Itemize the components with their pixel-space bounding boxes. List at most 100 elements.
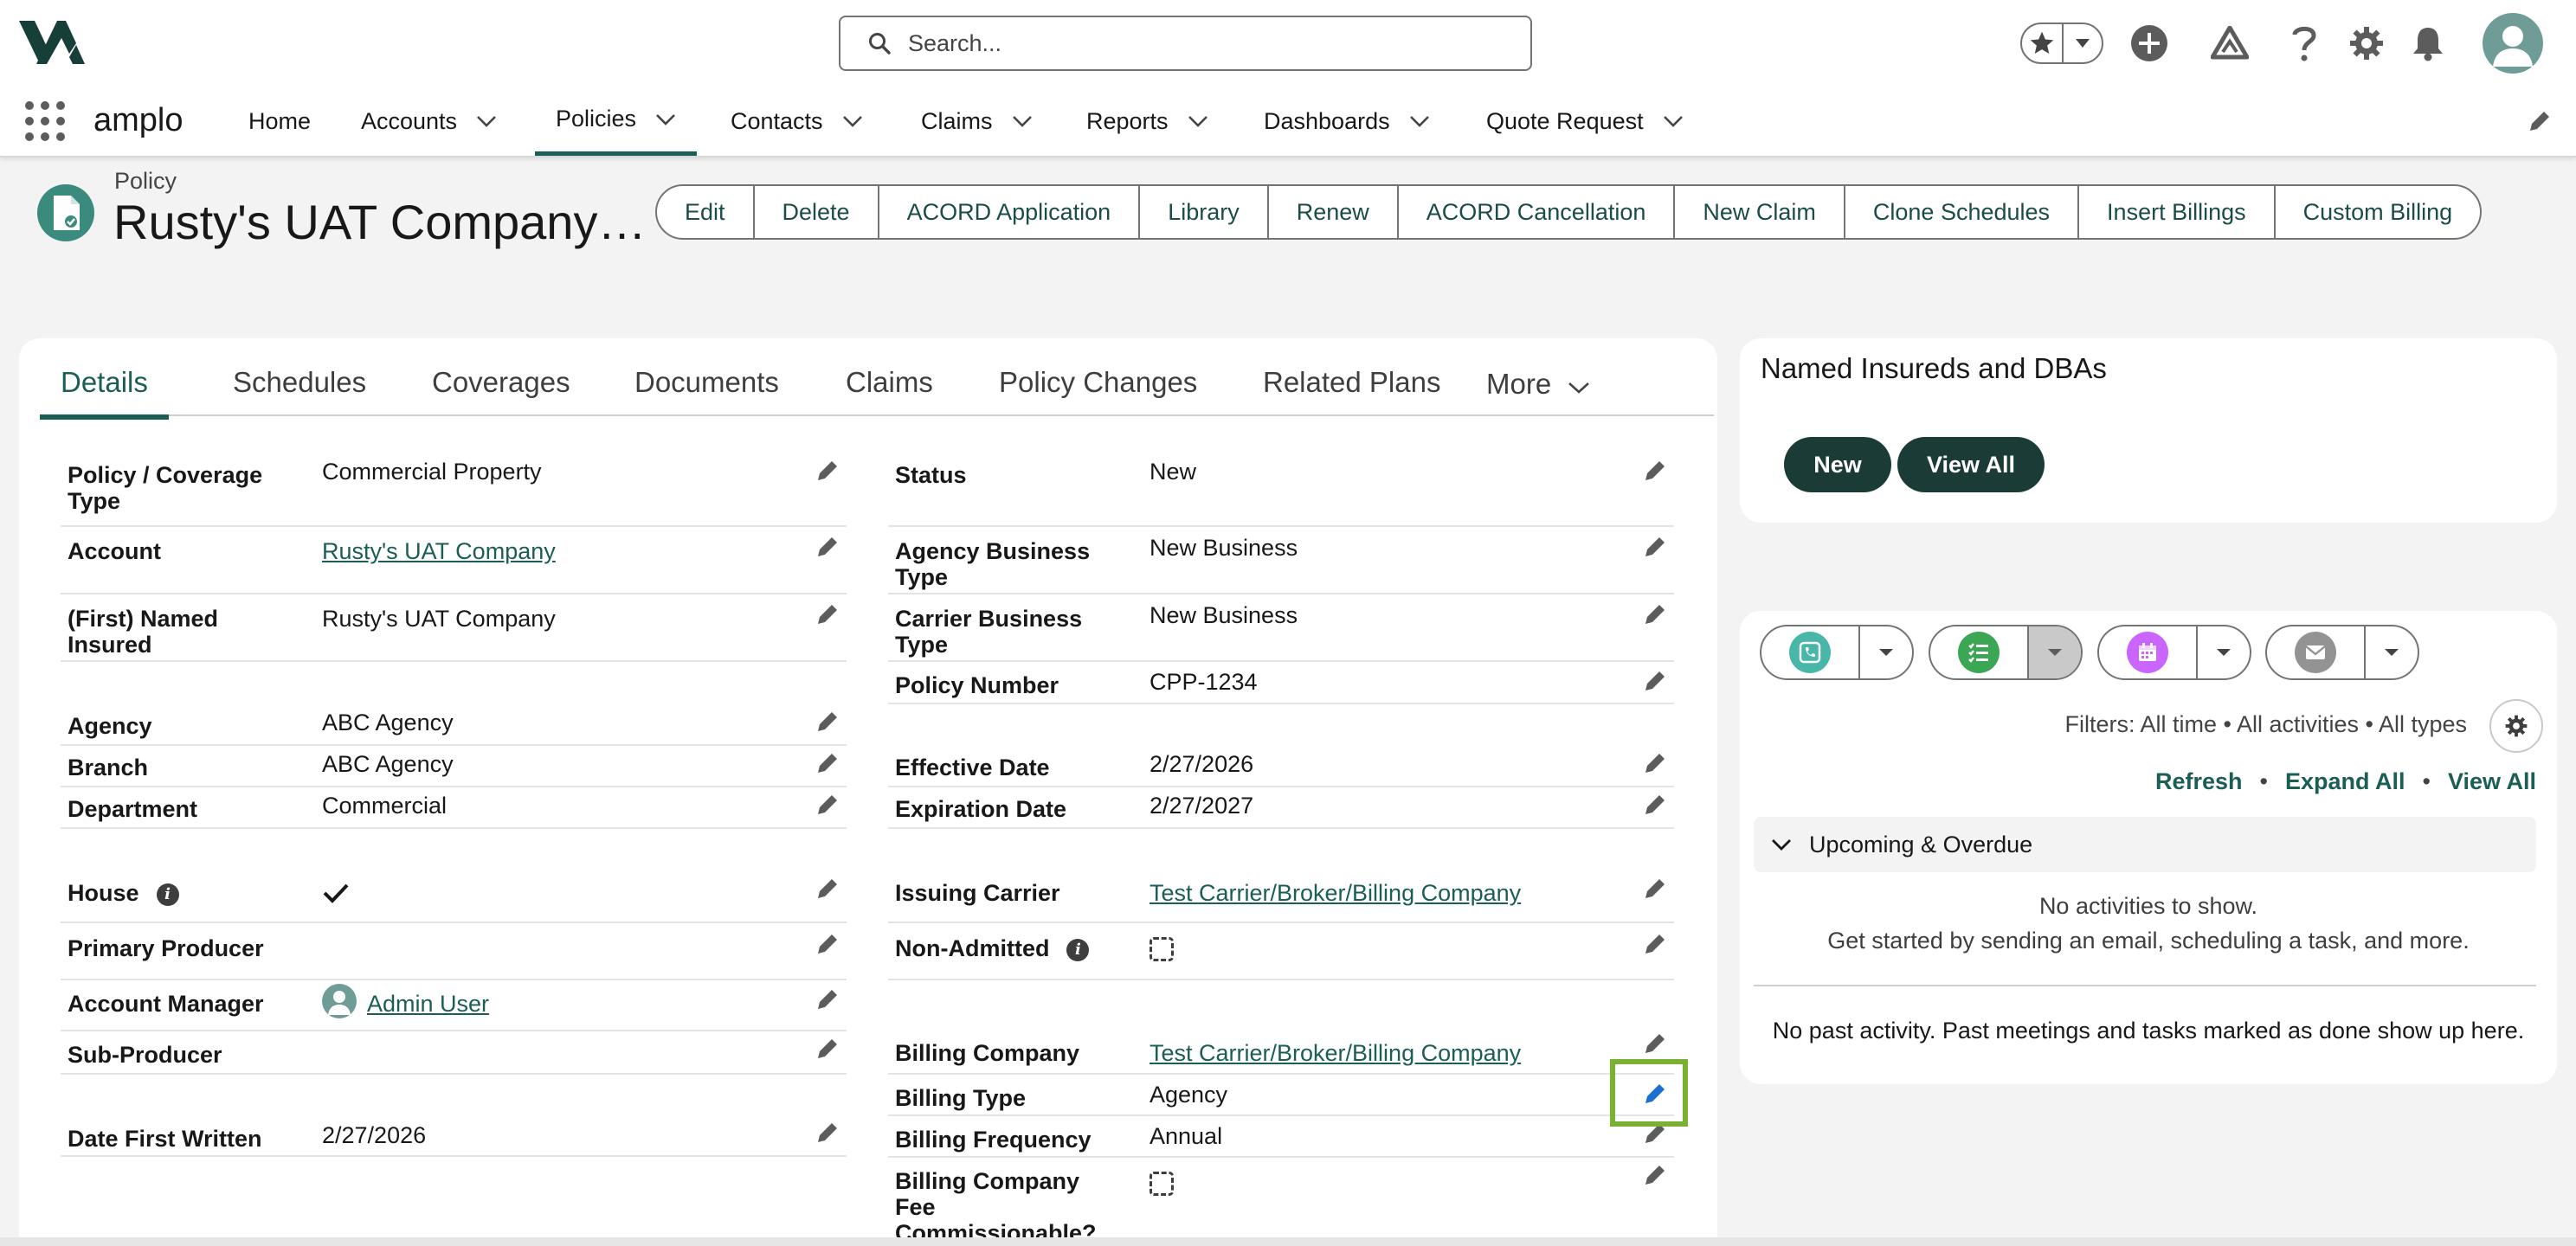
chevron-down-icon[interactable] — [655, 113, 676, 125]
field-label: Issuing Carrier — [895, 880, 1060, 906]
field-value: Rusty's UAT Company — [322, 606, 556, 632]
new-claim-button[interactable]: New Claim — [1673, 186, 1844, 238]
new-event-dropdown[interactable] — [2196, 626, 2250, 678]
custom-billing-button[interactable]: Custom Billing — [2273, 186, 2481, 238]
info-icon[interactable]: i — [1066, 938, 1090, 961]
chevron-down-icon[interactable] — [1663, 115, 1684, 127]
billing-company-link[interactable]: Test Carrier/Broker/Billing Company — [1150, 1040, 1521, 1066]
expand-all-link[interactable]: Expand All — [2285, 768, 2405, 795]
user-avatar[interactable] — [2483, 13, 2543, 74]
acord-application-button[interactable]: ACORD Application — [877, 186, 1139, 238]
edit-pencil-icon[interactable] — [1643, 602, 1667, 626]
edit-pencil-icon[interactable] — [815, 932, 840, 956]
tab-schedules[interactable]: Schedules — [233, 366, 366, 420]
tab-claims[interactable]: Claims — [846, 366, 933, 420]
nav-tab-policies[interactable]: Policies — [535, 87, 698, 156]
field-label-text: House — [68, 880, 139, 906]
divider — [1754, 985, 2536, 986]
edit-pencil-icon[interactable] — [815, 793, 840, 817]
library-button[interactable]: Library — [1138, 186, 1267, 238]
new-event-button[interactable] — [2099, 626, 2196, 678]
edit-pencil-icon[interactable] — [1643, 1031, 1667, 1056]
envelope-glyph — [2305, 645, 2326, 659]
edit-pencil-icon[interactable] — [815, 987, 840, 1012]
tab-documents[interactable]: Documents — [634, 366, 779, 420]
nav-tab-dashboards[interactable]: Dashboards — [1264, 87, 1430, 156]
view-all-named-insureds-button[interactable]: View All — [1897, 437, 2045, 492]
email-button[interactable] — [2267, 626, 2364, 678]
upcoming-overdue-section-header[interactable]: Upcoming & Overdue — [1754, 817, 2536, 872]
delete-button[interactable]: Delete — [752, 186, 878, 238]
app-name: amplo — [93, 102, 184, 138]
search-placeholder: Search... — [908, 29, 1002, 56]
amplo-logo[interactable] — [19, 19, 85, 66]
trailhead-button[interactable] — [2210, 17, 2250, 69]
edit-pencil-icon[interactable] — [1643, 793, 1667, 817]
edit-pencil-icon[interactable] — [815, 877, 840, 901]
edit-pencil-icon[interactable] — [815, 751, 840, 775]
log-call-dropdown[interactable] — [1858, 626, 1912, 678]
nav-tab-contacts[interactable]: Contacts — [731, 87, 863, 156]
tab-related-plans[interactable]: Related Plans — [1263, 366, 1440, 420]
setup-button[interactable] — [2347, 17, 2386, 69]
edit-pencil-icon[interactable] — [1643, 877, 1667, 901]
favorites-button[interactable] — [2022, 24, 2062, 62]
activity-settings-button[interactable] — [2489, 699, 2543, 753]
app-launcher-button[interactable] — [24, 100, 66, 142]
edit-pencil-icon[interactable] — [815, 1037, 840, 1061]
issuing-carrier-link[interactable]: Test Carrier/Broker/Billing Company — [1150, 880, 1521, 906]
edit-pencil-icon[interactable] — [815, 602, 840, 626]
tab-coverages[interactable]: Coverages — [432, 366, 570, 420]
edit-pencil-icon[interactable] — [1643, 1163, 1667, 1187]
account-link[interactable]: Rusty's UAT Company — [322, 538, 556, 564]
new-task-dropdown[interactable] — [2027, 626, 2081, 678]
edit-pencil-icon[interactable] — [815, 1121, 840, 1145]
policy-record-icon — [37, 184, 94, 241]
favorites-list-button[interactable] — [2061, 24, 2102, 62]
nav-tab-accounts[interactable]: Accounts — [361, 87, 497, 156]
edit-nav-pencil-icon[interactable] — [2528, 109, 2552, 133]
field-value: Agency — [1150, 1082, 1228, 1108]
clone-schedules-button[interactable]: Clone Schedules — [1843, 186, 2077, 238]
nav-tab-quote-request[interactable]: Quote Request — [1486, 87, 1684, 156]
chevron-down-icon — [2075, 39, 2090, 48]
edit-pencil-icon[interactable] — [815, 710, 840, 734]
email-dropdown[interactable] — [2364, 626, 2418, 678]
chevron-down-icon[interactable] — [1012, 115, 1033, 127]
tab-more[interactable]: More — [1486, 368, 1590, 421]
tab-details[interactable]: Details — [40, 366, 169, 420]
edit-button[interactable]: Edit — [657, 186, 753, 238]
info-icon[interactable]: i — [156, 883, 179, 906]
new-named-insured-button[interactable]: New — [1784, 437, 1891, 492]
global-search-input[interactable]: Search... — [839, 16, 1532, 71]
renew-button[interactable]: Renew — [1266, 186, 1397, 238]
edit-pencil-icon[interactable] — [815, 535, 840, 559]
chevron-down-icon[interactable] — [1188, 115, 1208, 127]
edit-pencil-icon[interactable] — [1643, 535, 1667, 559]
tab-policy-changes[interactable]: Policy Changes — [999, 366, 1197, 420]
edit-pencil-icon[interactable] — [1643, 751, 1667, 775]
insert-billings-button[interactable]: Insert Billings — [2077, 186, 2274, 238]
field-label: Department — [68, 796, 198, 822]
nav-tab-reports[interactable]: Reports — [1086, 87, 1208, 156]
global-actions-button[interactable] — [2129, 17, 2169, 69]
new-task-button[interactable] — [1930, 626, 2027, 678]
nav-tab-home[interactable]: Home — [248, 87, 311, 156]
nav-tab-claims[interactable]: Claims — [921, 87, 1033, 156]
refresh-link[interactable]: Refresh — [2155, 768, 2243, 795]
email-icon — [2295, 632, 2336, 673]
view-all-link[interactable]: View All — [2448, 768, 2536, 795]
account-manager-link[interactable]: Admin User — [367, 991, 489, 1017]
help-button[interactable] — [2285, 17, 2323, 69]
field-branch: Branch ABC Agency — [61, 746, 847, 787]
edit-pencil-icon[interactable] — [1643, 669, 1667, 693]
acord-cancellation-button[interactable]: ACORD Cancellation — [1396, 186, 1674, 238]
edit-pencil-icon[interactable] — [1643, 932, 1667, 956]
log-call-button[interactable] — [1761, 626, 1858, 678]
chevron-down-icon[interactable] — [476, 115, 497, 127]
chevron-down-icon[interactable] — [1409, 115, 1430, 127]
notifications-button[interactable] — [2409, 17, 2447, 69]
edit-pencil-icon[interactable] — [815, 459, 840, 483]
edit-pencil-icon[interactable] — [1643, 459, 1667, 483]
chevron-down-icon[interactable] — [842, 115, 863, 127]
